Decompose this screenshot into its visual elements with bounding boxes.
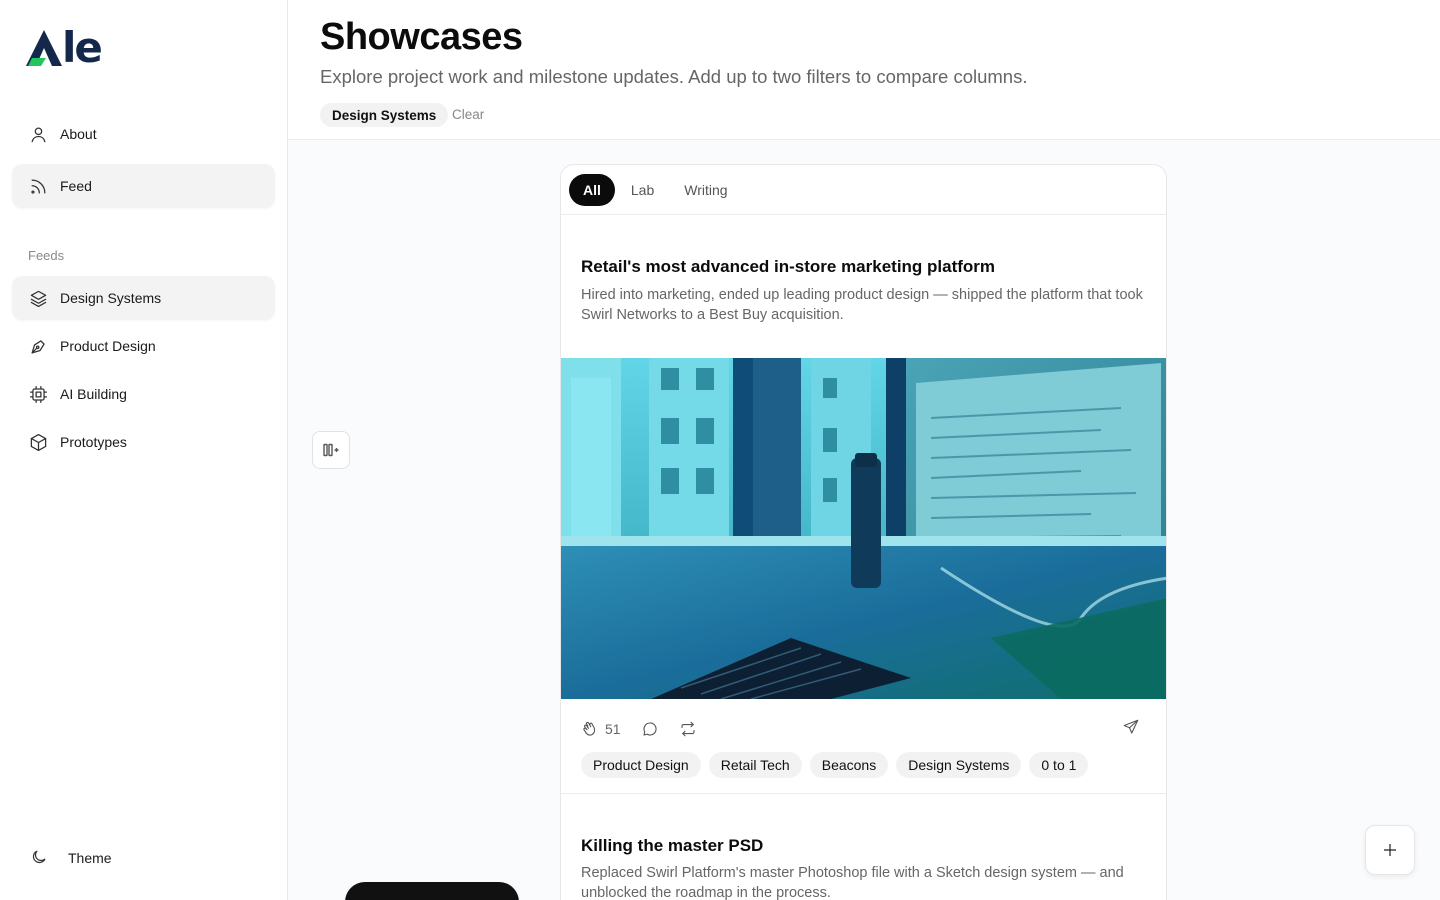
- moon-icon: [30, 848, 50, 868]
- post-actions: 51: [581, 715, 1148, 743]
- post-divider: [561, 793, 1166, 794]
- cpu-icon: [28, 384, 48, 404]
- tag-chip[interactable]: Beacons: [809, 752, 889, 778]
- tag-chip[interactable]: Retail Tech: [708, 752, 802, 778]
- tag-chip[interactable]: Design Systems: [896, 752, 1022, 778]
- floating-toolbar[interactable]: [345, 882, 519, 900]
- theme-toggle[interactable]: Theme: [30, 848, 112, 868]
- page-subtitle: Explore project work and milestone updat…: [320, 66, 1028, 87]
- sidebar-item-design-systems[interactable]: Design Systems: [12, 276, 275, 320]
- post-tags: Product Design Retail Tech Beacons Desig…: [581, 752, 1096, 778]
- cube-icon: [28, 432, 48, 452]
- clear-filters-button[interactable]: Clear: [452, 107, 484, 122]
- add-column-button[interactable]: [312, 431, 350, 469]
- send-icon: [1123, 719, 1139, 734]
- post-description: Replaced Swirl Platform's master Photosh…: [581, 865, 1124, 900]
- post-title[interactable]: Retail's most advanced in-store marketin…: [581, 257, 995, 277]
- comment-button[interactable]: [641, 720, 659, 738]
- clap-count: 51: [605, 721, 621, 737]
- sidebar-item-label: About: [60, 126, 97, 142]
- rss-icon: [28, 176, 48, 196]
- clap-icon: [583, 721, 596, 736]
- tag-chip[interactable]: Product Design: [581, 752, 701, 778]
- page-header: Showcases Explore project work and miles…: [288, 0, 1440, 140]
- active-filter-chip[interactable]: Design Systems: [320, 103, 449, 127]
- tab-lab[interactable]: Lab: [617, 174, 668, 206]
- section-label-feeds: Feeds: [28, 248, 65, 263]
- feed-column: All Lab Writing Retail's most advanced i…: [560, 164, 1167, 900]
- sidebar-item-about[interactable]: About: [12, 112, 275, 156]
- sidebar-item-label: Product Design: [60, 338, 156, 354]
- sidebar-item-label: AI Building: [60, 386, 127, 402]
- post-image[interactable]: [561, 358, 1166, 699]
- plus-icon: [1384, 844, 1396, 856]
- layers-icon: [28, 288, 48, 308]
- main-content: All Lab Writing Retail's most advanced i…: [288, 140, 1440, 900]
- tab-all[interactable]: All: [569, 173, 615, 206]
- tag-chip[interactable]: 0 to 1: [1029, 752, 1089, 778]
- share-button[interactable]: [1122, 718, 1140, 741]
- logo-mark-icon: [26, 30, 62, 66]
- column-add-icon: [323, 443, 339, 457]
- comment-icon: [643, 722, 657, 736]
- brand-logo[interactable]: le: [24, 26, 114, 70]
- page-title: Showcases: [320, 16, 523, 58]
- pen-tool-icon: [28, 336, 48, 356]
- sidebar-item-label: Feed: [60, 178, 92, 194]
- sidebar-item-label: Prototypes: [60, 434, 127, 450]
- repost-button[interactable]: [679, 720, 697, 738]
- theme-label: Theme: [68, 850, 112, 866]
- post-title[interactable]: Killing the master PSD: [581, 836, 763, 856]
- sidebar-item-feed[interactable]: Feed: [12, 164, 275, 208]
- post-description: Hired into marketing, ended up leading p…: [581, 287, 1143, 323]
- logo-text: le: [62, 23, 103, 72]
- user-icon: [28, 124, 48, 144]
- sidebar-item-label: Design Systems: [60, 290, 162, 306]
- clap-button[interactable]: 51: [581, 720, 621, 738]
- repost-icon: [681, 721, 695, 737]
- add-button[interactable]: [1365, 825, 1415, 875]
- sidebar-item-prototypes[interactable]: Prototypes: [12, 420, 275, 464]
- column-tabs: All Lab Writing: [561, 165, 1166, 215]
- sidebar-item-ai-building[interactable]: AI Building: [12, 372, 275, 416]
- sidebar: le About Feed Feeds Design Systems Produ…: [0, 0, 288, 900]
- sidebar-item-product-design[interactable]: Product Design: [12, 324, 275, 368]
- tab-writing[interactable]: Writing: [670, 174, 741, 206]
